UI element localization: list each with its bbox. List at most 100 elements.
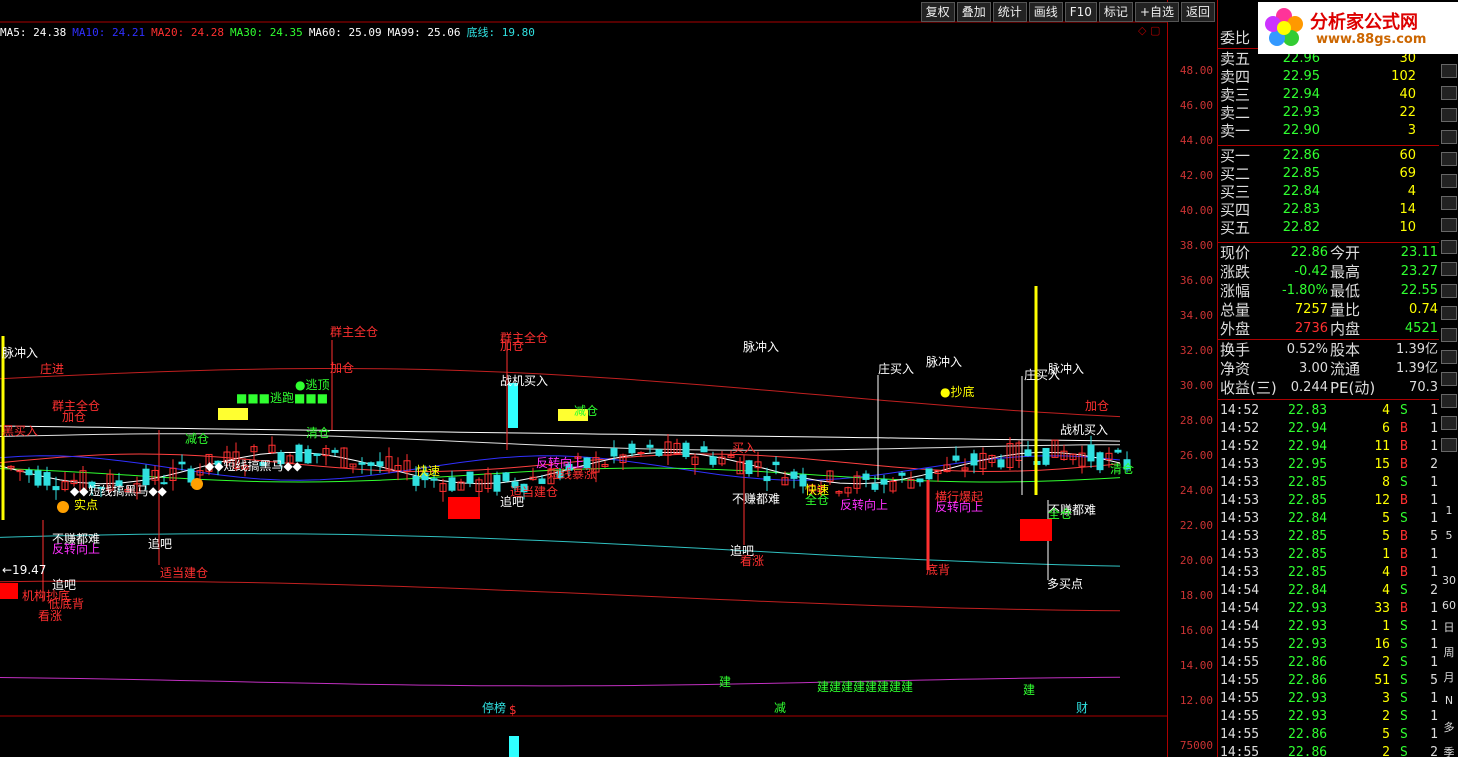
quote-label: 今开	[1330, 244, 1361, 262]
order-book-label: 卖四	[1220, 68, 1251, 86]
quote-value: 1.39亿	[1396, 342, 1438, 357]
side-tool-icon[interactable]	[1441, 372, 1457, 386]
candle-down	[313, 453, 321, 456]
order-book-volume: 102	[1391, 69, 1416, 84]
signal-label: 脉冲入	[1048, 362, 1085, 376]
side-tool-icon[interactable]	[1441, 262, 1457, 276]
order-book-row: 买三 22.84 4	[1218, 183, 1440, 201]
ma60-line	[0, 433, 1121, 451]
toolbar-button[interactable]: F10	[1064, 2, 1097, 22]
side-tool-icon[interactable]	[1441, 64, 1457, 78]
side-period-item[interactable]: 季	[1441, 744, 1457, 757]
side-period-item[interactable]: 月	[1441, 669, 1457, 685]
tick-side: S	[1400, 745, 1408, 757]
toolbar-button[interactable]: 画线	[1028, 2, 1063, 22]
kline-chart[interactable]: MA5: 24.38 MA10: 24.21 MA20: 24.28 MA30: 24…	[0, 0, 1167, 757]
panel-divider	[1218, 145, 1440, 146]
side-tool-icon[interactable]	[1441, 306, 1457, 320]
toolbar-button[interactable]: 叠加	[956, 2, 991, 22]
chart-canvas[interactable]	[0, 0, 1167, 757]
side-period-item[interactable]: 日	[1441, 619, 1457, 635]
ma-legend: MA5: 24.38 MA10: 24.21 MA20: 24.28 MA30: 24…	[0, 24, 541, 40]
order-book-header-label: 委比	[1220, 29, 1251, 47]
quote-value: -1.80%	[1282, 283, 1328, 298]
tick-price: 22.85	[1288, 475, 1328, 490]
side-tool-icon[interactable]	[1441, 438, 1457, 452]
tick-side: B	[1400, 421, 1408, 436]
side-tool-icon[interactable]	[1441, 394, 1457, 408]
quote-value: 23.11	[1400, 245, 1438, 260]
signal-label: 不赚都难	[732, 492, 781, 506]
order-book-price: 22.86	[1282, 148, 1320, 163]
quote-value: 0.74	[1409, 302, 1438, 317]
quote-value: 70.3	[1409, 380, 1438, 395]
toolbar-button[interactable]: +自选	[1134, 2, 1179, 22]
signal-label: 反转向上	[840, 498, 889, 512]
side-tool-icon[interactable]	[1441, 174, 1457, 188]
candle-down	[376, 461, 384, 467]
panel-divider	[1218, 399, 1440, 400]
side-tool-icon[interactable]	[1441, 196, 1457, 210]
signal-label: 脉冲入	[2, 346, 39, 360]
signal-label: 看涨	[38, 609, 63, 623]
tick-count: 5	[1430, 673, 1438, 688]
toolbar-button[interactable]: 复权	[920, 2, 955, 22]
tick-time: 14:53	[1220, 547, 1260, 562]
candle-down	[331, 449, 339, 453]
tick-time: 14:52	[1220, 439, 1260, 454]
tick-count: 1	[1430, 511, 1438, 526]
side-tool-icon[interactable]	[1441, 328, 1457, 342]
side-period-item[interactable]: N	[1441, 694, 1457, 707]
candle-down	[448, 477, 456, 491]
quote-panel: 委比 卖五 22.96 30 卖四 22.95 102 卖三 22.94 40 卖二 22.93 22 卖…	[1217, 0, 1440, 757]
signal-label: ●抄底	[940, 385, 975, 399]
side-tool-icon[interactable]	[1441, 218, 1457, 232]
toolbar-button[interactable]: 标记	[1098, 2, 1133, 22]
side-tool-icon[interactable]	[1441, 350, 1457, 364]
side-tool-icon[interactable]	[1441, 284, 1457, 298]
side-period-item[interactable]: 1	[1441, 504, 1457, 517]
signal-block	[508, 383, 518, 428]
quote-label: 净资	[1220, 360, 1251, 378]
tick-side: B	[1400, 565, 1408, 580]
quote-label: 总量	[1220, 301, 1251, 319]
side-tool-icon[interactable]	[1441, 108, 1457, 122]
side-period-item[interactable]: 多	[1441, 719, 1457, 735]
candle-down	[952, 455, 960, 461]
tick-time: 14:55	[1220, 709, 1260, 724]
tick-volume: 12	[1374, 493, 1390, 508]
ma-legend-item: MA5: 24.38	[0, 26, 67, 39]
signal-label: 减仓	[185, 432, 210, 446]
tick-volume: 2	[1382, 745, 1390, 757]
tick-volume: 33	[1374, 601, 1390, 616]
side-period-item[interactable]: 30	[1441, 574, 1457, 587]
tick-count: 1	[1430, 619, 1438, 634]
side-period-item[interactable]: 周	[1441, 644, 1457, 660]
tick-price: 22.93	[1288, 709, 1328, 724]
quote-label: 股本	[1330, 341, 1361, 359]
order-book-volume: 69	[1399, 166, 1416, 181]
side-tool-icon[interactable]	[1441, 130, 1457, 144]
side-period-item[interactable]: 60	[1441, 599, 1457, 612]
side-tool-icon[interactable]	[1441, 152, 1457, 166]
tick-time: 14:54	[1220, 619, 1260, 634]
signal-label: 买入	[732, 441, 757, 455]
tick-volume: 4	[1382, 403, 1390, 418]
side-tool-icon[interactable]	[1441, 416, 1457, 430]
quote-value: 7257	[1294, 302, 1328, 317]
order-book-row: 买五 22.82 10	[1218, 219, 1440, 237]
side-period-item[interactable]: 5	[1441, 529, 1457, 542]
tick-row: 14:55 22.86 51 S 5	[1218, 672, 1440, 690]
chart-corner-icons[interactable]: ◇ ▢	[1138, 24, 1160, 37]
toolbar-button[interactable]: 统计	[992, 2, 1027, 22]
tick-count: 2	[1430, 583, 1438, 598]
quote-label: 外盘	[1220, 320, 1251, 338]
order-book-price: 22.85	[1282, 166, 1320, 181]
tick-price: 22.86	[1288, 727, 1328, 742]
side-tool-icon[interactable]	[1441, 86, 1457, 100]
quote-value: 1.39亿	[1396, 361, 1438, 376]
toolbar-button[interactable]: 返回	[1180, 2, 1215, 22]
tick-price: 22.94	[1288, 421, 1328, 436]
candle-down	[682, 442, 690, 458]
side-tool-icon[interactable]	[1441, 240, 1457, 254]
